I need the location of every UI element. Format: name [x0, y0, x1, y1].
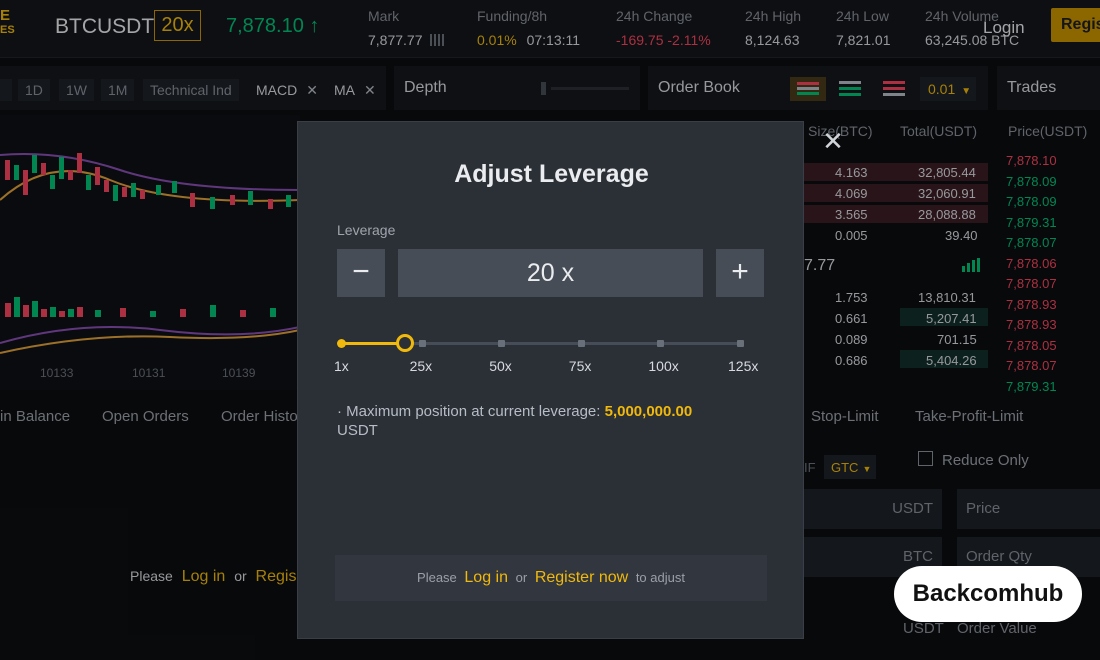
- watermark-logo: Backcomhub: [894, 566, 1082, 622]
- decrease-leverage-button[interactable]: −: [337, 249, 385, 297]
- slider-start-dot: [337, 339, 346, 348]
- modal-login-prompt: Please Log in or Register now to adjust: [335, 555, 767, 601]
- slider-tick-label: 50x: [489, 358, 512, 374]
- increase-leverage-button[interactable]: +: [716, 249, 764, 297]
- slider-tick-dot[interactable]: [498, 340, 506, 347]
- slider-tick-dot[interactable]: [657, 340, 665, 347]
- max-position-text: · Maximum position at current leverage:: [337, 403, 601, 420]
- slider-tick-label: 100x: [648, 358, 679, 374]
- leverage-slider-thumb[interactable]: [396, 334, 415, 352]
- slider-tick-label: 125x: [728, 358, 759, 374]
- slider-tick-dot[interactable]: [737, 340, 744, 347]
- slider-tick-label: 25x: [409, 358, 433, 374]
- slider-tick-label: 75x: [568, 358, 592, 374]
- modal-title: Adjust Leverage: [454, 160, 649, 188]
- adjust-leverage-modal: ✕ Adjust Leverage Leverage − 20 x + 1x 25…: [297, 121, 844, 639]
- footer-login-link[interactable]: Log in: [464, 569, 508, 586]
- slider-tick-label: 1x: [334, 358, 349, 374]
- footer-register-link[interactable]: Register now: [535, 569, 628, 586]
- slider-tick-dot[interactable]: [418, 340, 426, 347]
- footer-please: Please: [417, 570, 457, 585]
- leverage-label: Leverage: [337, 222, 396, 238]
- leverage-input[interactable]: 20 x: [398, 249, 703, 297]
- close-icon[interactable]: ✕: [819, 127, 847, 155]
- slider-tick-dot[interactable]: [577, 340, 585, 347]
- max-position-value: 5,000,000.00: [604, 403, 693, 420]
- max-position-unit: USDT: [337, 422, 378, 439]
- max-position-info: · Maximum position at current leverage: …: [337, 402, 757, 440]
- footer-suffix: to adjust: [635, 570, 685, 585]
- footer-or: or: [515, 570, 528, 585]
